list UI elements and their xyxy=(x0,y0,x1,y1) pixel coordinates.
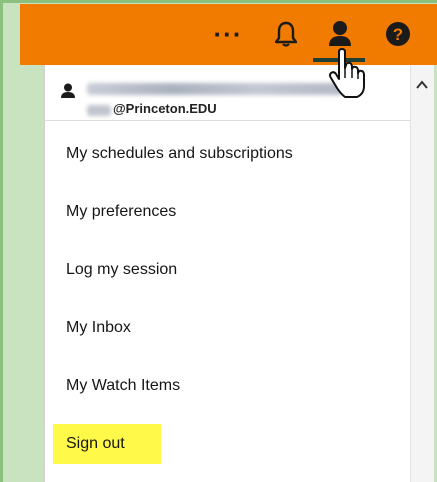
menu-item-watch-items[interactable]: My Watch Items xyxy=(66,377,180,395)
hand-cursor-icon xyxy=(329,48,365,98)
user-icon xyxy=(329,21,351,46)
more-icon: ··· xyxy=(213,19,243,49)
chevron-up-icon[interactable] xyxy=(415,79,429,91)
more-button[interactable]: ··· xyxy=(208,14,248,54)
bell-icon xyxy=(275,21,297,47)
help-icon: ? xyxy=(386,22,410,46)
svg-text:?: ? xyxy=(393,25,403,44)
redacted-email-user xyxy=(87,105,111,116)
notifications-button[interactable] xyxy=(268,14,304,54)
account-user-icon xyxy=(61,83,75,98)
menu-item-inbox[interactable]: My Inbox xyxy=(66,319,131,337)
app-header: ··· ? xyxy=(20,4,437,65)
menu-item-preferences[interactable]: My preferences xyxy=(66,203,176,221)
menu-item-log-session[interactable]: Log my session xyxy=(66,261,177,279)
menu-item-sign-out[interactable]: Sign out xyxy=(66,435,125,453)
help-button[interactable]: ? xyxy=(380,14,416,54)
account-email: @Princeton.EDU xyxy=(113,101,217,116)
redacted-account-name xyxy=(87,83,343,95)
account-menu-panel: @Princeton.EDU My schedules and subscrip… xyxy=(44,65,411,482)
menu-item-schedules[interactable]: My schedules and subscriptions xyxy=(66,145,293,163)
menu-scrollbar[interactable] xyxy=(410,65,434,482)
